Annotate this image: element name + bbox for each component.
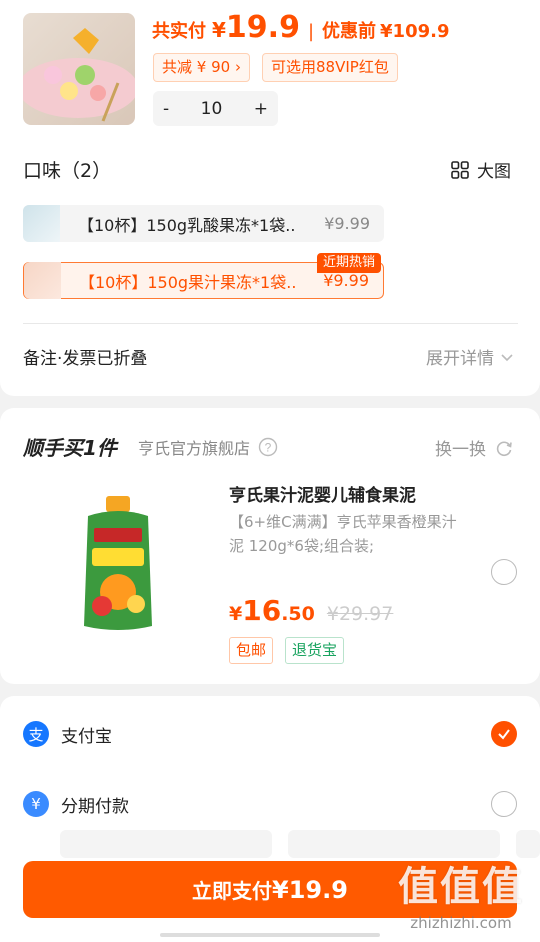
coupon-chip-label: 可选用88VIP红包 bbox=[271, 58, 389, 76]
store-name[interactable]: 亨氏官方旗舰店 ? bbox=[138, 435, 278, 459]
watermark-logo: 值值值 bbox=[398, 864, 524, 910]
expand-details-button[interactable]: 展开详情 bbox=[426, 344, 514, 369]
remark-label: 备注·发票已折叠 bbox=[23, 349, 148, 369]
paid-label: 共实付 bbox=[152, 21, 206, 42]
installment-label: 分期付款 bbox=[61, 796, 129, 817]
addon-card: 顺手买1件 亨氏官方旗舰店 ? 换一换 亨氏果汁泥婴儿辅食果泥 【6+维C满满】… bbox=[0, 408, 540, 684]
price-integer: 16 bbox=[242, 594, 282, 627]
flavor-thumbnail bbox=[23, 205, 60, 242]
chevron-down-icon bbox=[501, 353, 513, 361]
flavor-title: 口味（2） bbox=[23, 160, 112, 182]
product-pouch-image[interactable] bbox=[78, 496, 158, 636]
price-currency: ¥ bbox=[229, 603, 243, 625]
product-image[interactable] bbox=[23, 13, 135, 125]
alipay-option[interactable]: 支 支付宝 bbox=[23, 721, 112, 747]
big-view-button[interactable]: 大图 bbox=[451, 157, 511, 182]
minus-button[interactable]: - bbox=[163, 99, 169, 119]
chevron-right-icon: › bbox=[234, 58, 241, 76]
discount-chip-label: 共减 ¥ 90 bbox=[162, 58, 231, 76]
discount-chip[interactable]: 共减 ¥ 90 › bbox=[153, 53, 250, 82]
quantity-stepper: - 10 + bbox=[153, 91, 278, 126]
coupon-chip[interactable]: 可选用88VIP红包 bbox=[262, 53, 398, 82]
addon-select-radio[interactable] bbox=[491, 559, 517, 585]
price-separator: | bbox=[307, 21, 315, 42]
before-price: ¥109.9 bbox=[380, 21, 450, 42]
installment-radio[interactable] bbox=[491, 791, 517, 817]
order-summary-card: 共实付 ¥ 19.9 | 优惠前 ¥109.9 共减 ¥ 90 › 可选用88V… bbox=[0, 0, 540, 396]
price-decimal: .50 bbox=[281, 603, 315, 625]
divider bbox=[23, 323, 518, 324]
addon-title: 顺手买1件 bbox=[23, 436, 117, 460]
refresh-icon bbox=[496, 441, 512, 456]
return-insurance-tag: 退货宝 bbox=[285, 637, 345, 664]
quantity-value[interactable]: 10 bbox=[201, 99, 223, 119]
paid-price-line: 共实付 ¥ 19.9 | 优惠前 ¥109.9 bbox=[152, 10, 450, 45]
alipay-selected-check[interactable] bbox=[491, 721, 517, 747]
swap-label: 换一换 bbox=[435, 440, 486, 460]
watermark: 值值值 zhizhizhi.com bbox=[398, 854, 524, 932]
paid-price: 19.9 bbox=[225, 10, 300, 45]
swap-button[interactable]: 换一换 bbox=[435, 435, 514, 460]
flavor-price: ¥9.99 bbox=[323, 271, 369, 290]
flavor-thumbnail bbox=[24, 262, 61, 299]
free-shipping-tag: 包邮 bbox=[229, 637, 274, 664]
flavor-option[interactable]: 【10杯】150g乳酸果冻*1袋.. ¥9.99 bbox=[23, 205, 384, 242]
flavor-name: 【10杯】150g乳酸果冻*1袋.. bbox=[78, 215, 296, 235]
grid-icon bbox=[451, 160, 469, 179]
expand-label: 展开详情 bbox=[426, 349, 494, 369]
addon-product-desc: 【6+维C满满】亨氏苹果香橙果汁泥 120g*6袋;组合装; bbox=[229, 513, 457, 555]
alipay-icon: 支 bbox=[23, 721, 49, 747]
installment-option[interactable]: ¥ 分期付款 bbox=[23, 791, 129, 817]
before-label: 优惠前 bbox=[322, 21, 377, 42]
payment-card: 支 支付宝 ¥ 分期付款 立即支付 ¥19.9 值值值 zhizhizhi.co… bbox=[0, 696, 540, 942]
pay-now-label: 立即支付 bbox=[192, 879, 273, 903]
big-view-label: 大图 bbox=[477, 162, 511, 182]
addon-product-title[interactable]: 亨氏果汁泥婴儿辅食果泥 bbox=[229, 481, 416, 506]
installment-icon: ¥ bbox=[23, 791, 49, 817]
addon-price: ¥ 16 .50 ¥29.97 bbox=[229, 594, 393, 627]
svg-text:?: ? bbox=[265, 441, 272, 455]
home-indicator bbox=[160, 933, 380, 937]
currency-symbol: ¥ bbox=[212, 18, 226, 42]
store-name-label: 亨氏官方旗舰店 bbox=[138, 439, 251, 458]
alipay-label: 支付宝 bbox=[61, 726, 112, 747]
hot-tag: 近期热销 bbox=[317, 253, 382, 273]
check-icon bbox=[498, 729, 510, 740]
pay-now-amount: ¥19.9 bbox=[272, 875, 348, 904]
installment-plan-box[interactable] bbox=[60, 830, 272, 858]
flavor-price: ¥9.99 bbox=[324, 214, 370, 233]
watermark-url: zhizhizhi.com bbox=[410, 914, 512, 932]
old-price: ¥29.97 bbox=[326, 603, 394, 625]
question-icon[interactable]: ? bbox=[258, 437, 278, 457]
flavor-name: 【10杯】150g果汁果冻*1袋.. bbox=[79, 272, 297, 292]
plus-button[interactable]: + bbox=[254, 99, 268, 119]
